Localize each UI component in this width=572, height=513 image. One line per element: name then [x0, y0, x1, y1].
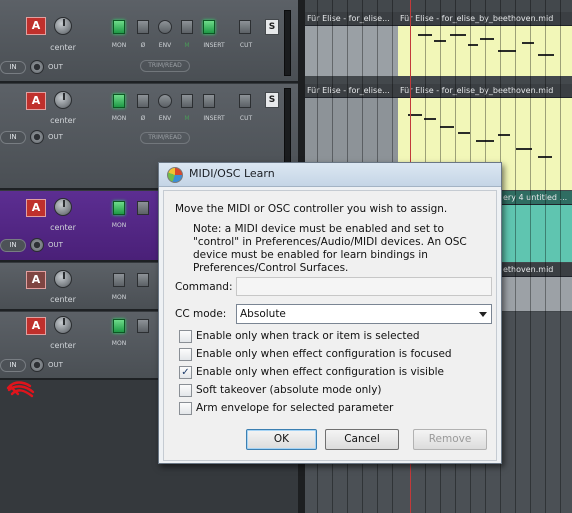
item-header: Für Elise - for_elise... Für Elise - for… — [305, 84, 572, 98]
pan-knob[interactable] — [54, 198, 72, 216]
mon-label: MON — [111, 222, 127, 229]
insert-button[interactable] — [203, 94, 215, 108]
input-button[interactable]: IN — [0, 131, 26, 144]
dialog-titlebar[interactable]: MIDI/OSC Learn — [159, 163, 501, 187]
record-arm-button[interactable]: A — [26, 271, 46, 289]
phase-button[interactable] — [137, 20, 149, 34]
option-fx-config-focused[interactable]: Enable only when effect configuration is… — [179, 347, 479, 362]
output-label: OUT — [48, 63, 63, 71]
pan-label: center — [50, 295, 76, 304]
checkbox[interactable] — [179, 348, 192, 361]
mon-label: MON — [111, 294, 127, 301]
cc-mode-dropdown[interactable]: Absolute — [236, 304, 492, 324]
dialog-body: Move the MIDI or OSC controller you wish… — [163, 190, 497, 461]
m-label: M — [184, 115, 190, 122]
insert-button[interactable] — [203, 20, 215, 34]
pan-knob[interactable] — [54, 91, 72, 109]
pan-label: center — [50, 223, 76, 232]
record-arm-button[interactable]: A — [26, 92, 46, 110]
checkbox[interactable] — [179, 330, 192, 343]
output-label: OUT — [48, 361, 63, 369]
io-routing-icon[interactable] — [30, 60, 44, 74]
midi-osc-learn-dialog: MIDI/OSC Learn Move the MIDI or OSC cont… — [158, 162, 502, 464]
record-arm-button[interactable]: A — [26, 17, 46, 35]
io-routing-icon[interactable] — [30, 358, 44, 372]
checkbox-label: Enable only when effect configuration is… — [196, 348, 452, 360]
m-label: M — [184, 42, 190, 49]
input-button[interactable]: IN — [0, 359, 26, 372]
record-arm-button[interactable]: A — [26, 199, 46, 217]
pan-knob[interactable] — [54, 270, 72, 288]
env-button[interactable] — [158, 20, 172, 34]
vu-meter — [284, 88, 291, 168]
pan-label: center — [50, 116, 76, 125]
phase-button[interactable] — [137, 273, 149, 287]
record-arm-button[interactable]: A — [26, 317, 46, 335]
dialog-note-text: Note: a MIDI device must be enabled and … — [193, 223, 467, 274]
monitor-button[interactable] — [113, 94, 125, 108]
input-button[interactable]: IN — [0, 61, 26, 74]
cut-button[interactable] — [239, 94, 251, 108]
cc-mode-value: Absolute — [240, 308, 286, 320]
red-scribble-annotation — [6, 381, 35, 398]
reaper-window: A center IN OUT MON Ø ENV M INSERT CUT T… — [0, 0, 572, 513]
dialog-intro-text: Move the MIDI or OSC controller you wish… — [175, 203, 448, 215]
cut-label: CUT — [239, 115, 253, 122]
solo-button[interactable]: S — [265, 92, 279, 108]
cancel-button[interactable]: Cancel — [325, 429, 399, 450]
item-name: ery 4 untitled ... — [503, 193, 568, 202]
pan-knob[interactable] — [54, 316, 72, 334]
solo-button[interactable]: S — [265, 19, 279, 35]
checkbox-label: Arm envelope for selected parameter — [196, 402, 394, 414]
monitor-button[interactable] — [113, 20, 125, 34]
checkbox[interactable] — [179, 384, 192, 397]
io-routing-icon[interactable] — [30, 238, 44, 252]
insert-label: INSERT — [203, 115, 225, 122]
output-label: OUT — [48, 241, 63, 249]
checkbox-label: Soft takeover (absolute mode only) — [196, 384, 382, 396]
cut-label: CUT — [239, 42, 253, 49]
output-label: OUT — [48, 133, 63, 141]
monitor-button[interactable] — [113, 201, 125, 215]
cc-mode-label: CC mode: — [175, 308, 227, 320]
io-routing-icon[interactable] — [30, 130, 44, 144]
automation-mode-button[interactable]: TRIM/READ — [140, 132, 190, 144]
cut-button[interactable] — [239, 20, 251, 34]
pan-label: center — [50, 341, 76, 350]
mute-button[interactable] — [181, 94, 193, 108]
track-lane-1[interactable]: Für Elise - for_elise... Für Elise - for… — [305, 0, 572, 83]
option-fx-config-visible[interactable]: ✓ Enable only when effect configuration … — [179, 365, 479, 380]
automation-mode-button[interactable]: TRIM/READ — [140, 60, 190, 72]
dropdown-arrow-icon — [479, 312, 487, 317]
vu-meter — [284, 10, 291, 76]
input-button[interactable]: IN — [0, 239, 26, 252]
command-field[interactable] — [236, 277, 492, 296]
phase-button[interactable] — [137, 201, 149, 215]
option-track-item-selected[interactable]: Enable only when track or item is select… — [179, 329, 479, 344]
checkmark-icon[interactable]: ✓ — [179, 366, 192, 379]
phase-button[interactable] — [137, 94, 149, 108]
remove-button[interactable]: Remove — [413, 429, 487, 450]
track-1[interactable]: A center IN OUT MON Ø ENV M INSERT CUT T… — [0, 0, 305, 83]
pan-knob[interactable] — [54, 17, 72, 35]
item-header: Für Elise - for_elise... Für Elise - for… — [305, 12, 572, 26]
checkbox-label: Enable only when effect configuration is… — [196, 366, 445, 378]
option-soft-takeover[interactable]: Soft takeover (absolute mode only) — [179, 383, 479, 398]
option-arm-envelope[interactable]: Arm envelope for selected parameter — [179, 401, 479, 416]
command-label: Command: — [175, 281, 233, 293]
checkbox-label: Enable only when track or item is select… — [196, 330, 420, 342]
reaper-app-icon — [167, 167, 183, 183]
mon-label: MON — [111, 340, 127, 347]
dialog-title: MIDI/OSC Learn — [189, 167, 275, 180]
insert-label: INSERT — [203, 42, 225, 49]
phase-button[interactable] — [137, 319, 149, 333]
mute-button[interactable] — [181, 20, 193, 34]
ok-button[interactable]: OK — [246, 429, 317, 450]
monitor-button[interactable] — [113, 319, 125, 333]
checkbox[interactable] — [179, 402, 192, 415]
env-button[interactable] — [158, 94, 172, 108]
pan-label: center — [50, 43, 76, 52]
monitor-button[interactable] — [113, 273, 125, 287]
